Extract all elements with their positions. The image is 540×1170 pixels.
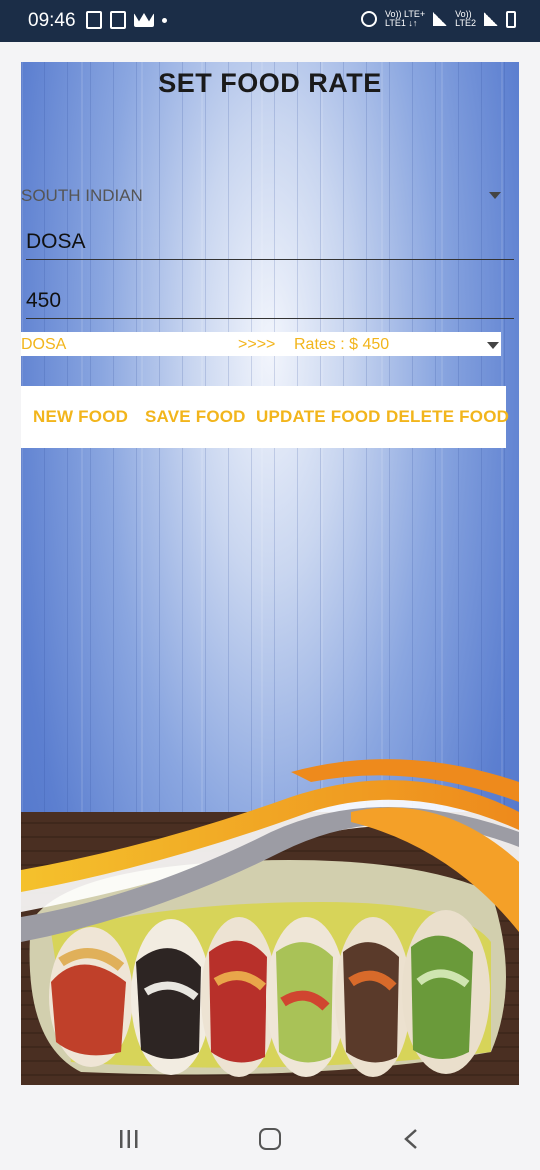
category-selected: SOUTH INDIAN (21, 186, 143, 205)
update-food-button[interactable]: UPDATE FOOD (256, 407, 381, 427)
status-time: 09:46 (28, 10, 76, 31)
more-notifications-dot-icon (162, 17, 167, 23)
recents-icon[interactable] (119, 1130, 139, 1148)
category-dropdown[interactable]: SOUTH INDIAN (21, 184, 501, 208)
page-title: SET FOOD RATE (158, 68, 382, 98)
system-icons: Vo)) LTE+ LTE1 ↓↑ Vo)) LTE2 (361, 10, 516, 28)
network-2-line2: LTE2 (455, 18, 476, 28)
chevron-down-icon (489, 192, 501, 199)
signal-2-icon (484, 12, 498, 26)
food-list-selected-name: DOSA (21, 336, 67, 353)
back-icon[interactable] (403, 1128, 419, 1150)
rate-input[interactable] (26, 283, 514, 318)
food-list-dropdown[interactable]: DOSA >>>> Rates : $ 450 (21, 332, 501, 356)
rate-field[interactable] (26, 283, 514, 319)
food-list-rate: Rates : $ 450 (294, 336, 390, 353)
food-rate-card: SET FOOD RATE SOUTH INDIAN DOSA >>>> Rat… (21, 62, 519, 1085)
food-list-separator: >>>> (238, 336, 276, 353)
action-button-bar: NEW FOOD SAVE FOOD UPDATE FOOD DELETE FO… (21, 386, 509, 448)
network-label-2: Vo)) LTE2 (455, 10, 476, 28)
chevron-down-icon (487, 342, 499, 349)
navigation-bar (0, 1106, 540, 1170)
alarm-icon (361, 11, 378, 27)
notification-icons (86, 11, 167, 29)
signal-1-icon (433, 12, 448, 26)
crown-icon (134, 13, 154, 27)
network-label-1: Vo)) LTE+ LTE1 ↓↑ (385, 10, 425, 28)
new-food-button[interactable]: NEW FOOD (33, 407, 128, 427)
battery-icon (506, 10, 516, 28)
status-bar: 09:46 Vo)) LTE+ LTE1 ↓↑ Vo)) LTE2 (0, 0, 540, 42)
food-name-field[interactable] (26, 224, 514, 260)
food-photo (21, 759, 519, 1085)
network-1-line2: LTE1 ↓↑ (385, 18, 418, 28)
delete-food-button[interactable]: DELETE FOOD (386, 407, 509, 427)
home-icon[interactable] (259, 1128, 281, 1150)
app-notification-icon (110, 11, 126, 29)
save-food-button[interactable]: SAVE FOOD (145, 407, 246, 427)
sim-card-icon (86, 11, 102, 29)
food-name-input[interactable] (26, 224, 514, 259)
